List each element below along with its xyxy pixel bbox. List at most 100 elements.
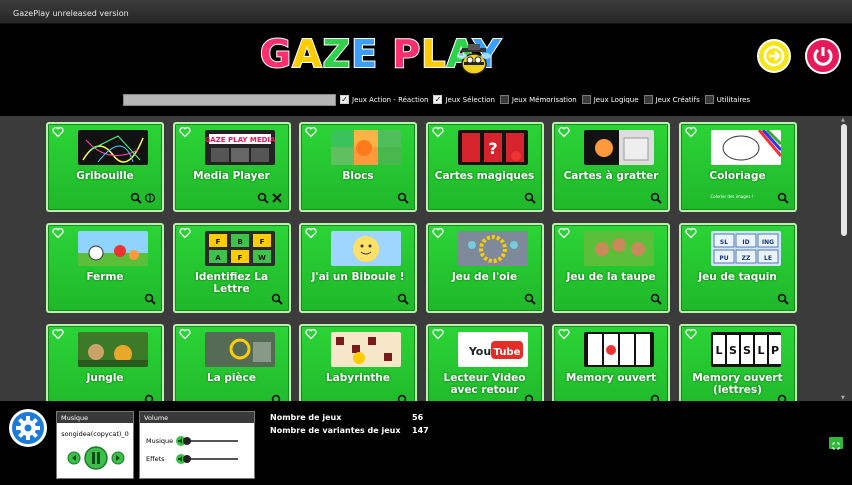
- filter-label: Jeux Logique: [593, 95, 639, 104]
- previous-track-icon[interactable]: [67, 451, 81, 465]
- favorite-heart-icon[interactable]: [305, 126, 317, 138]
- effects-volume-knob[interactable]: [183, 455, 191, 463]
- svg-text:F: F: [237, 254, 242, 262]
- favorite-heart-icon[interactable]: [431, 126, 444, 138]
- favorite-heart-icon[interactable]: [684, 227, 697, 239]
- game-card[interactable]: Gribouille: [46, 122, 164, 212]
- game-card[interactable]: You Tube Lecteur Video avec retour: [425, 324, 544, 401]
- game-card[interactable]: Blocs: [299, 122, 417, 212]
- stat-value: 147: [412, 426, 429, 435]
- search-icon[interactable]: [397, 192, 409, 204]
- favorite-heart-icon[interactable]: [178, 126, 191, 138]
- gazeplay-logo: GAZE PLAY: [259, 30, 520, 77]
- game-card[interactable]: Coloriage Colorier des images !: [678, 122, 797, 212]
- favorite-heart-icon[interactable]: [558, 227, 570, 239]
- svg-text:PU: PU: [719, 255, 728, 262]
- game-card[interactable]: La pièce: [172, 324, 291, 401]
- game-card[interactable]: GAZE PLAY MEDIA Media Player: [172, 122, 291, 212]
- brain-icon[interactable]: [144, 192, 156, 204]
- search-icon[interactable]: [144, 394, 156, 401]
- stat-label: Nombre de variantes de jeux: [270, 426, 401, 435]
- game-card[interactable]: F B F A F W Identifiez La Lettre: [172, 223, 291, 313]
- game-title: Memory ouvert (lettres): [692, 372, 783, 396]
- game-card[interactable]: Ferme: [46, 223, 164, 313]
- svg-text:P: P: [770, 344, 778, 357]
- svg-text:?: ?: [488, 139, 497, 158]
- search-icon[interactable]: [524, 293, 536, 305]
- favorite-heart-icon[interactable]: [305, 227, 317, 239]
- search-icon[interactable]: [777, 394, 789, 401]
- game-card[interactable]: Memory ouvert: [552, 324, 670, 401]
- favorite-heart-icon[interactable]: [684, 126, 697, 138]
- search-icon[interactable]: [271, 394, 283, 401]
- checkbox-box[interactable]: [704, 95, 714, 104]
- favorite-heart-icon[interactable]: [558, 328, 570, 340]
- favorite-heart-icon[interactable]: [558, 126, 570, 138]
- favorite-heart-icon[interactable]: [178, 227, 191, 239]
- search-icon[interactable]: [524, 192, 536, 204]
- game-card[interactable]: Jungle: [46, 324, 164, 401]
- favorite-heart-icon[interactable]: [684, 328, 697, 340]
- svg-text:B: B: [237, 238, 242, 246]
- scrollbar-thumb[interactable]: [841, 124, 847, 236]
- game-card[interactable]: SL ID ING PU ZZ LE Jeu de taquin: [678, 223, 797, 313]
- search-icon[interactable]: [650, 192, 662, 204]
- checkbox-box[interactable]: [499, 95, 509, 104]
- filter-checkbox[interactable]: Jeux Mémorisation: [499, 95, 577, 104]
- game-card[interactable]: L S S L P Memory ouvert (lettres): [678, 324, 797, 401]
- checkbox-box[interactable]: [643, 95, 653, 104]
- filter-label: Jeux Créatifs: [655, 95, 700, 104]
- game-card[interactable]: J'ai un Biboule !: [299, 223, 417, 313]
- favorite-heart-icon[interactable]: [52, 328, 64, 340]
- search-icon[interactable]: [777, 192, 789, 204]
- search-icon[interactable]: [130, 192, 142, 204]
- search-icon[interactable]: [650, 293, 662, 305]
- checkmark-icon[interactable]: ✓: [340, 95, 349, 104]
- fullscreen-button[interactable]: [829, 437, 843, 450]
- game-card[interactable]: Jeu de l'oie: [425, 223, 544, 313]
- filter-checkbox[interactable]: ✓ Jeux Action - Réaction: [340, 95, 428, 104]
- search-icon[interactable]: [397, 293, 409, 305]
- favorite-heart-icon[interactable]: [178, 328, 191, 340]
- checkmark-icon[interactable]: ✓: [433, 95, 443, 104]
- search-icon[interactable]: [777, 293, 789, 305]
- filter-checkbox[interactable]: Jeux Logique: [581, 95, 639, 104]
- search-icon[interactable]: [144, 293, 156, 305]
- exit-button[interactable]: [757, 39, 791, 73]
- tools-icon[interactable]: [271, 192, 283, 204]
- game-card[interactable]: Jeu de la taupe: [552, 223, 670, 313]
- music-volume-knob[interactable]: [183, 437, 191, 445]
- next-track-icon[interactable]: [111, 451, 125, 465]
- games-scrollbar[interactable]: ▲ ▼: [840, 117, 848, 401]
- search-icon[interactable]: [524, 394, 536, 401]
- favorite-heart-icon[interactable]: [305, 328, 317, 340]
- game-card[interactable]: Labyrinthe: [299, 324, 417, 401]
- favorite-heart-icon[interactable]: [52, 126, 64, 138]
- pause-icon[interactable]: [84, 446, 108, 470]
- game-title: Jeu de la taupe: [566, 271, 656, 283]
- svg-text:ZZ: ZZ: [741, 255, 750, 262]
- filter-checkbox[interactable]: ✓ Jeux Sélection: [433, 95, 495, 104]
- game-title: Jungle: [86, 372, 124, 384]
- favorite-heart-icon[interactable]: [431, 328, 444, 340]
- stat-row: Nombre de jeux 56: [270, 411, 429, 424]
- scroll-up-icon[interactable]: ▲: [841, 117, 845, 123]
- checkbox-box[interactable]: [581, 95, 591, 104]
- filter-checkbox[interactable]: Jeux Créatifs: [643, 95, 700, 104]
- music-volume-slider[interactable]: [183, 437, 238, 445]
- filter-checkbox[interactable]: Utilitaires: [704, 95, 750, 104]
- favorite-heart-icon[interactable]: [52, 227, 64, 239]
- game-card[interactable]: Cartes à gratter: [552, 122, 670, 212]
- settings-button[interactable]: [9, 409, 47, 447]
- game-thumbnail: [584, 332, 654, 367]
- effects-volume-slider[interactable]: [183, 455, 238, 463]
- search-icon[interactable]: [271, 293, 283, 305]
- quit-button[interactable]: [805, 38, 841, 74]
- game-card[interactable]: ? Cartes magiques: [425, 122, 544, 212]
- search-icon[interactable]: [650, 394, 662, 401]
- favorite-heart-icon[interactable]: [431, 227, 444, 239]
- game-thumbnail: [584, 130, 654, 165]
- search-input[interactable]: [123, 94, 336, 106]
- search-icon[interactable]: [257, 192, 269, 204]
- search-icon[interactable]: [397, 394, 409, 401]
